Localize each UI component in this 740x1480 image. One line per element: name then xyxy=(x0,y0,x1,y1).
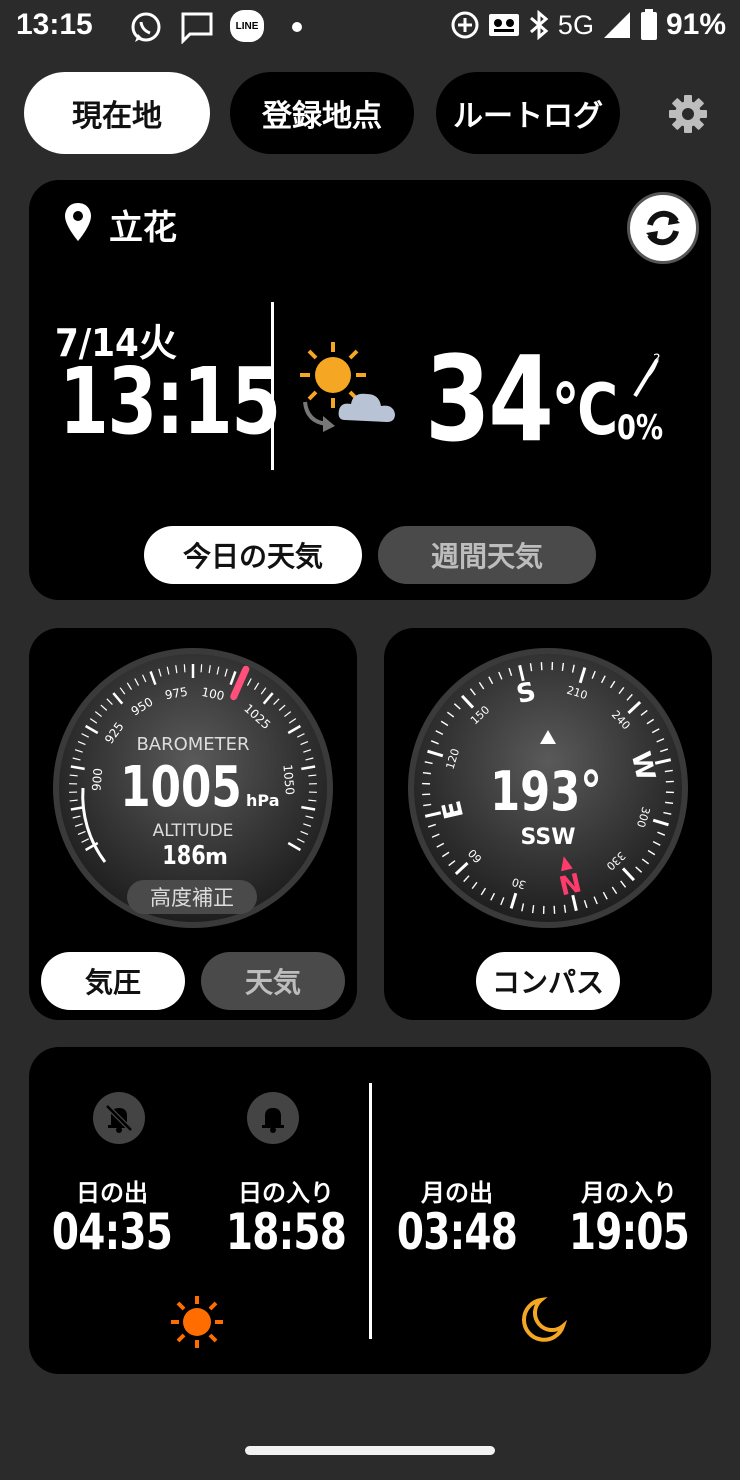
location-name: 立花 xyxy=(109,208,177,248)
location-pin-icon xyxy=(65,203,91,241)
barometer-scale-label: 900 xyxy=(89,768,105,792)
barometer-scale-label: 1050 xyxy=(280,764,297,796)
sun-moon-card: 日の出 04:35 日の入り 18:58 月の出 03:48 月の入り 19:0… xyxy=(29,1047,711,1374)
svg-text:?: ? xyxy=(653,352,660,368)
compass-dial: NESW3060120150210240300330 193° SSW xyxy=(408,648,688,928)
umbrella-icon: ? xyxy=(633,352,660,398)
sunny-then-cloudy-icon xyxy=(300,342,395,432)
sun-icon xyxy=(171,1296,223,1348)
barometer-tick xyxy=(69,799,78,802)
moonrise-time: 03:48 xyxy=(396,1203,518,1261)
pressure-unit: hPa xyxy=(246,791,279,810)
refresh-button[interactable] xyxy=(627,192,699,264)
sunset-time: 18:58 xyxy=(225,1203,347,1261)
barometer-card: 900 925 950 975 100 1025 1050 BAROMETER 1005 h… xyxy=(29,628,357,1020)
barometer-tick xyxy=(200,664,203,673)
tab-route-log[interactable]: ルートログ xyxy=(436,72,620,154)
sunset-alarm-button[interactable] xyxy=(247,1092,299,1144)
altitude-label: ALTITUDE xyxy=(153,821,234,841)
compass-tick xyxy=(531,905,535,914)
data-saver-icon xyxy=(451,11,479,39)
barometer-title: BAROMETER xyxy=(136,734,249,755)
compass-direction: SSW xyxy=(521,825,576,850)
divider xyxy=(271,302,274,470)
refresh-icon xyxy=(646,210,680,246)
bell-icon xyxy=(262,1108,284,1133)
barometer-tick xyxy=(308,799,317,802)
bell-off-icon xyxy=(105,1104,133,1133)
divider xyxy=(369,1083,372,1339)
weather-card: 立花 7/14火 13:15 34°C ? 0% 今日の天気 週間天気 xyxy=(29,180,711,600)
tab-registered-points[interactable]: 登録地点 xyxy=(230,72,414,154)
pressure-value: 1005 xyxy=(120,754,242,820)
compass-card: N E S W 30 60 120 150 210 240 300 330 193° SSW コンパス xyxy=(384,628,712,1020)
compass-tick xyxy=(665,801,674,805)
moonset-time: 19:05 xyxy=(568,1203,690,1261)
voicemail-icon xyxy=(488,14,519,36)
compass-heading: 193° xyxy=(490,760,602,823)
home-indicator[interactable] xyxy=(245,1446,495,1455)
bluetooth-icon xyxy=(529,10,549,40)
moon-icon xyxy=(522,1296,567,1342)
altitude-unit: m xyxy=(205,845,228,870)
altitude-value: 186 xyxy=(162,840,205,871)
top-tabs: 現在地 登録地点 ルートログ xyxy=(24,72,724,154)
settings-gear-icon[interactable] xyxy=(668,94,708,134)
sunrise-alarm-button[interactable] xyxy=(93,1092,145,1144)
compass-tick xyxy=(561,662,565,671)
signal-icon xyxy=(603,12,630,38)
today-weather-button[interactable]: 今日の天気 xyxy=(144,526,362,584)
status-bar: 13:15 LINE 5G 91% xyxy=(0,0,740,56)
rain-chance: 0% xyxy=(617,408,664,448)
compass-tick xyxy=(422,771,431,775)
pressure-button[interactable]: 気圧 xyxy=(41,952,185,1010)
line-icon: LINE xyxy=(230,10,264,42)
barometer-tick xyxy=(183,664,186,673)
dot-icon xyxy=(292,22,302,32)
temperature: 34°C xyxy=(425,330,619,468)
barometer-weather-button[interactable]: 天気 xyxy=(201,952,345,1010)
weekly-weather-button[interactable]: 週間天気 xyxy=(378,526,596,584)
battery-icon xyxy=(640,9,657,40)
barometer-tick xyxy=(308,774,317,777)
network-type: 5G xyxy=(557,9,594,40)
whatsapp-icon xyxy=(131,12,161,42)
altitude-calibrate-button[interactable]: 高度補正 xyxy=(127,880,257,914)
weather-time: 13:15 xyxy=(59,348,281,455)
sunrise-time: 04:35 xyxy=(51,1203,173,1261)
tab-current-location[interactable]: 現在地 xyxy=(24,72,210,154)
temperature-unit: °C xyxy=(551,369,619,451)
message-icon xyxy=(181,12,213,44)
status-time: 13:15 xyxy=(16,8,93,41)
battery-percent: 91% xyxy=(665,8,726,41)
compass-button[interactable]: コンパス xyxy=(476,952,620,1010)
barometer-tick xyxy=(69,774,78,777)
temperature-value: 34 xyxy=(425,330,554,468)
